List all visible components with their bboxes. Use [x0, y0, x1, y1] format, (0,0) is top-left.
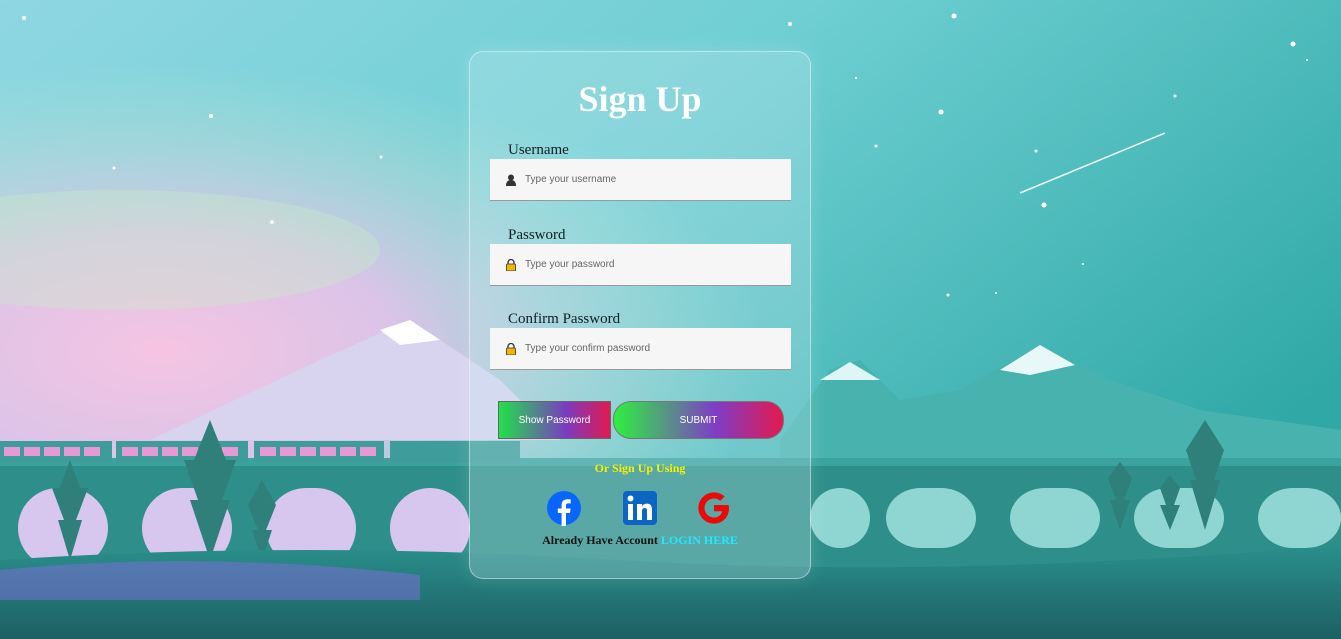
username-label: Username — [508, 142, 569, 158]
password-input[interactable] — [523, 258, 777, 271]
username-input[interactable] — [523, 173, 777, 186]
page-title: Sign Up — [578, 79, 702, 119]
login-link[interactable]: LOGIN HERE — [661, 533, 738, 547]
password-label: Password — [508, 227, 566, 243]
user-icon — [505, 174, 517, 186]
show-password-button[interactable]: Show Password — [498, 401, 611, 439]
google-icon[interactable] — [696, 490, 732, 526]
submit-button[interactable]: SUBMIT — [613, 401, 784, 439]
signup-card: Sign Up Username Password Confirm Passwo… — [469, 51, 811, 579]
facebook-icon[interactable] — [546, 490, 582, 526]
linkedin-icon[interactable] — [622, 490, 658, 526]
already-text: Already Have Account — [542, 533, 658, 547]
confirm-password-label: Confirm Password — [508, 311, 621, 327]
confirm-password-input[interactable] — [523, 342, 777, 355]
password-field[interactable] — [490, 244, 791, 286]
username-field[interactable] — [490, 159, 791, 201]
lock-icon — [505, 342, 517, 355]
confirm-password-field[interactable] — [490, 328, 791, 370]
or-signup-text: Or Sign Up Using — [594, 461, 686, 475]
lock-icon — [505, 258, 517, 271]
already-have-account: Already Have Account LOGIN HERE — [470, 533, 810, 548]
